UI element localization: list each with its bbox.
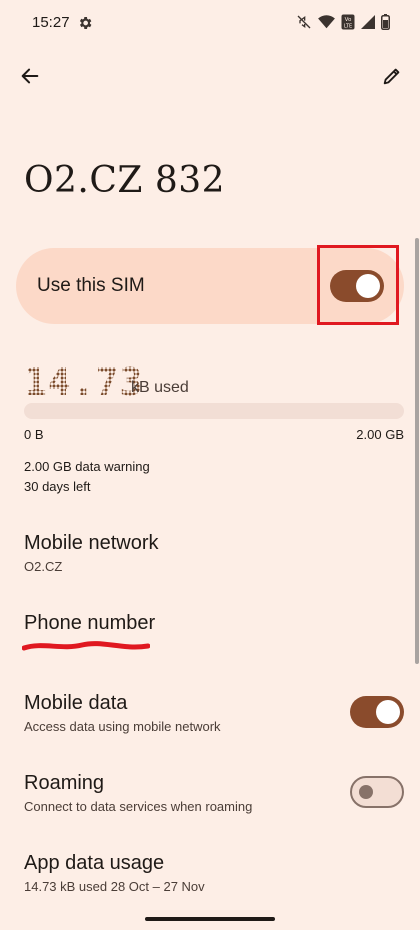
- home-indicator[interactable]: [145, 917, 275, 921]
- pencil-icon: [381, 65, 403, 92]
- app-data-usage-title: App data usage: [24, 852, 165, 874]
- mobile-network-sub: O2.CZ: [24, 559, 63, 574]
- roaming-sub: Connect to data services when roaming: [24, 799, 253, 814]
- volte-icon: Vo LTE: [341, 14, 355, 30]
- redaction-scribble: [22, 641, 150, 651]
- mobile-network-item[interactable]: Mobile network O2.CZ: [0, 520, 420, 584]
- svg-text:LTE: LTE: [344, 24, 352, 30]
- battery-icon: [381, 14, 390, 30]
- usage-amount-value: 14.73: [24, 360, 144, 404]
- signal-icon: [361, 15, 375, 29]
- mobile-data-title: Mobile data: [24, 692, 128, 714]
- app-bar: [0, 60, 420, 96]
- highlight-box: [317, 245, 399, 325]
- status-icons: Vo LTE: [296, 14, 390, 30]
- back-button[interactable]: [14, 62, 46, 94]
- days-left: 30 days left: [24, 479, 91, 494]
- switch-knob: [359, 785, 373, 799]
- status-time: 15:27: [32, 14, 70, 31]
- mobile-data-sub: Access data using mobile network: [24, 719, 221, 734]
- app-data-usage-sub: 14.73 kB used 28 Oct – 27 Nov: [24, 879, 205, 894]
- phone-number-title: Phone number: [24, 612, 156, 634]
- page-title: O2.CZ 832: [24, 160, 226, 201]
- usage-range-min: 0 B: [24, 427, 44, 442]
- app-data-usage-item[interactable]: App data usage 14.73 kB used 28 Oct – 27…: [0, 840, 420, 904]
- status-bar: 15:27 Vo LTE: [0, 0, 420, 44]
- scroll-indicator: [415, 238, 419, 664]
- usage-amount: 14.73: [24, 360, 143, 404]
- svg-text:Vo: Vo: [345, 17, 352, 23]
- switch-knob: [376, 700, 400, 724]
- usage-unit: kB used: [131, 379, 189, 396]
- usage-range-max: 2.00 GB: [356, 427, 404, 442]
- roaming-switch[interactable]: [350, 776, 404, 808]
- arrow-back-icon: [19, 65, 41, 92]
- edit-button[interactable]: [376, 62, 408, 94]
- mobile-data-switch[interactable]: [350, 696, 404, 728]
- usage-progress-bar: [24, 403, 404, 419]
- settings-gear-icon: [77, 15, 93, 31]
- wifi-icon: [318, 15, 335, 29]
- mute-icon: [296, 14, 312, 30]
- mobile-network-title: Mobile network: [24, 532, 159, 554]
- data-warning: 2.00 GB data warning: [24, 459, 150, 474]
- roaming-title: Roaming: [24, 772, 105, 794]
- use-sim-label: Use this SIM: [37, 275, 145, 296]
